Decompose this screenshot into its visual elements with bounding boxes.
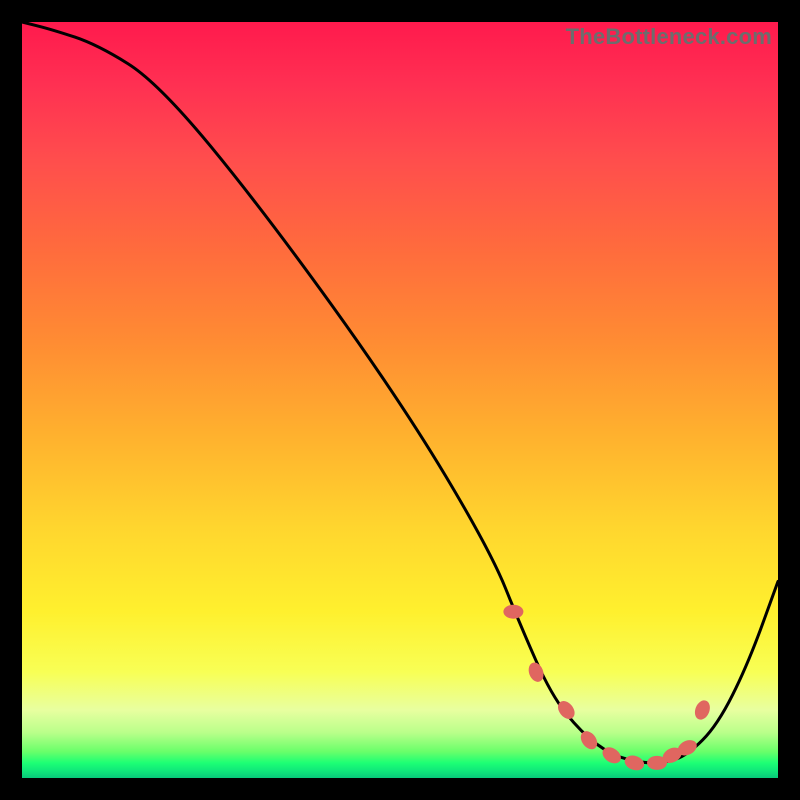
curve-marker	[692, 698, 712, 722]
chart-frame: TheBottleneck.com	[0, 0, 800, 800]
bottleneck-curve	[22, 22, 778, 763]
curve-marker	[503, 605, 523, 619]
curve-marker	[526, 660, 546, 684]
curve-marker	[623, 753, 646, 773]
plot-area: TheBottleneck.com	[22, 22, 778, 778]
marker-group	[503, 605, 712, 773]
curve-svg	[22, 22, 778, 778]
